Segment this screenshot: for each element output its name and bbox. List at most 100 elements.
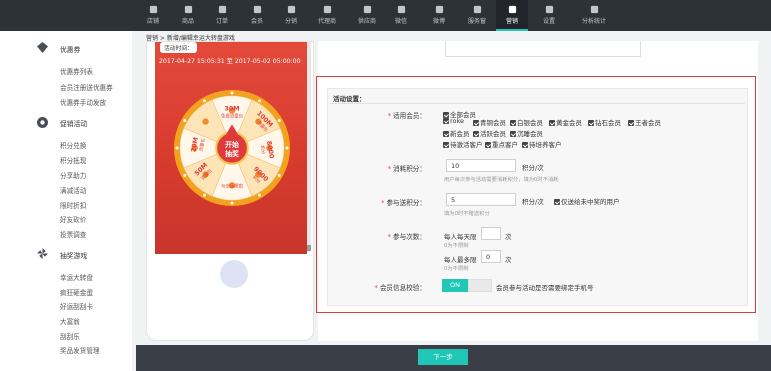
max-limit-unit: 次 (505, 256, 512, 264)
sidebar-item-golden-egg[interactable]: 疯狂砸金蛋 (60, 287, 93, 297)
verify-toggle-track[interactable] (468, 279, 492, 292)
cost-unit: 积分/次 (522, 164, 544, 172)
activity-time-range: 2017-04-27 15:05:31 至 2017-05-02 05:00:0… (159, 58, 301, 65)
store-icon (149, 5, 157, 14)
member-checkbox[interactable]: 青铜会员 (473, 117, 506, 127)
reward-nonwinner-checkbox[interactable]: 仅送给未中奖的用户 (554, 196, 620, 206)
member-checkbox[interactable]: 新会员 (443, 128, 470, 138)
nav-label: 营销 (505, 18, 518, 25)
activity-time-tag: 活动时间： (160, 42, 197, 53)
prize-label: 30M (224, 105, 239, 113)
nav-item-2[interactable]: 订单 (207, 0, 237, 31)
preview-scroll-thumb[interactable] (307, 245, 311, 251)
sidebar-item-manual-coupon[interactable]: 优惠券手动发放 (60, 97, 106, 107)
daily-limit-input[interactable] (481, 227, 501, 240)
verify-description: 会员参与活动是否需要绑定手机号 (496, 284, 594, 292)
wheel-start-label[interactable]: 开始 (225, 140, 239, 149)
sidebar-item-monopoly[interactable]: 大富翁 (60, 316, 80, 326)
pinwheel-icon (37, 248, 48, 259)
nav-item-0[interactable]: 店铺 (138, 0, 168, 31)
previous-field-box (445, 41, 641, 57)
sidebar-group-promotion[interactable]: 促销活动 (60, 118, 87, 128)
member-checkbox[interactable]: 待培养客户 (522, 139, 562, 149)
verify-toggle-on[interactable]: ON (442, 279, 468, 292)
member-checkbox[interactable]: 重点客户 (485, 139, 518, 149)
prize-icon (202, 118, 209, 125)
nav-label: 供应商 (357, 18, 376, 25)
nav-item-5[interactable]: 代理商 (309, 0, 345, 31)
sidebar-item-lucky-wheel[interactable]: 幸运大转盘 (60, 272, 93, 282)
marketing-icon (508, 5, 516, 14)
cost-input[interactable]: 10 (446, 159, 516, 172)
prize-label: 与幸运擦肩 (221, 182, 243, 189)
sidebar-item-flash-discount[interactable]: 限时折扣 (60, 200, 86, 210)
nav-label: 店铺 (146, 18, 159, 25)
sidebar-item-scratch-lottery[interactable]: 刮刮乐 (60, 331, 80, 341)
member-checkbox[interactable]: 王者会员 (628, 117, 661, 127)
daily-limit-hint: 0为不限制 (444, 243, 469, 249)
cost-label: * 消耗积分： (387, 165, 426, 173)
nav-label: 订单 (215, 18, 228, 25)
nav-item-7[interactable]: 微信 (386, 0, 416, 31)
member-checkbox[interactable]: 活跃会员 (473, 128, 506, 138)
order-icon (218, 5, 226, 14)
daily-limit-prefix: 每人每天限 (444, 233, 477, 241)
chart-icon (590, 5, 598, 14)
settings-title: 活动设置： (333, 95, 366, 103)
sidebar-item-share-help[interactable]: 分享助力 (60, 170, 86, 180)
sidebar-item-vote[interactable]: 投票调查 (60, 229, 86, 239)
sidebar-item-points-exchange[interactable]: 积分兑换 (60, 140, 86, 150)
badge-icon (37, 117, 48, 128)
sidebar-item-bargain[interactable]: 好友砍价 (60, 214, 86, 224)
member-checkbox[interactable]: 黄金会员 (549, 117, 582, 127)
sidebar-group-coupon[interactable]: 优惠券 (60, 44, 80, 54)
pie-icon (287, 5, 295, 14)
sidebar-item-register-coupon[interactable]: 会员注册送优惠券 (60, 82, 113, 92)
nav-item-3[interactable]: 会员 (242, 0, 272, 31)
nav-item-1[interactable]: 商品 (173, 0, 203, 31)
sidebar-item-scratch-card[interactable]: 好运刮刮卡 (60, 301, 93, 311)
nav-label: 商品 (181, 18, 194, 25)
supplier-icon (363, 5, 371, 14)
max-limit-input[interactable]: 0 (481, 250, 501, 263)
sidebar-item-prize-shipping[interactable]: 奖品发货管理 (60, 345, 100, 355)
member-label: * 适用会员： (387, 112, 426, 120)
wheel-start-label-2[interactable]: 抽奖 (225, 149, 239, 158)
nav-label: 设置 (542, 18, 555, 25)
sidebar-item-full-reduction[interactable]: 满减活动 (60, 185, 86, 195)
nav-item-4[interactable]: 分销 (276, 0, 306, 31)
member-checkbox[interactable]: 待激活客户 (443, 139, 483, 149)
preview-scrollbar[interactable] (307, 41, 311, 252)
lucky-wheel: 30M 免费流量包 100M 流量包 20M 流量包 8000 积分 50M 流… (173, 89, 291, 207)
member-checkbox[interactable]: 白银会员 (510, 117, 543, 127)
nav-item-11[interactable]: 设置 (534, 0, 564, 31)
phone-home-button (220, 260, 248, 288)
times-label: * 参与次数： (387, 233, 426, 241)
bag-icon (184, 5, 192, 14)
max-limit-hint: 0为不限制 (444, 266, 469, 272)
reward-unit: 积分/次 (522, 198, 544, 206)
divider (330, 103, 745, 104)
nav-item-9[interactable]: 服务窗 (459, 0, 495, 31)
nav-label: 代理商 (317, 18, 336, 25)
nav-item-6[interactable]: 供应商 (349, 0, 385, 31)
nav-label: 微博 (432, 18, 445, 25)
member-checkbox[interactable]: 沉睡会员 (510, 128, 543, 138)
member-checkbox[interactable]: roke (443, 117, 464, 125)
next-step-button[interactable]: 下一步 (418, 349, 468, 365)
cost-hint: 用户每次参与活动需要消耗积分，填为0时不消耗 (444, 177, 559, 183)
daily-limit-unit: 次 (505, 233, 512, 241)
verify-label: * 会员信息校验： (374, 284, 426, 292)
reward-input[interactable]: 5 (446, 193, 516, 206)
nav-item-8[interactable]: 微博 (424, 0, 454, 31)
sidebar-group-lottery[interactable]: 抽奖游戏 (60, 250, 87, 260)
reward-label: * 参与送积分： (381, 199, 426, 207)
gear-icon (545, 5, 553, 14)
nav-item-12[interactable]: 分析统计 (576, 0, 612, 31)
member-checkbox[interactable]: 钻石会员 (588, 117, 621, 127)
nav-label: 分析统计 (581, 18, 606, 25)
nav-item-10[interactable]: 营销 (496, 0, 528, 31)
nav-label: 分销 (284, 18, 297, 25)
sidebar-item-coupon-list[interactable]: 优惠券列表 (60, 66, 93, 76)
sidebar-item-points-cash[interactable]: 积分抵现 (60, 155, 86, 165)
